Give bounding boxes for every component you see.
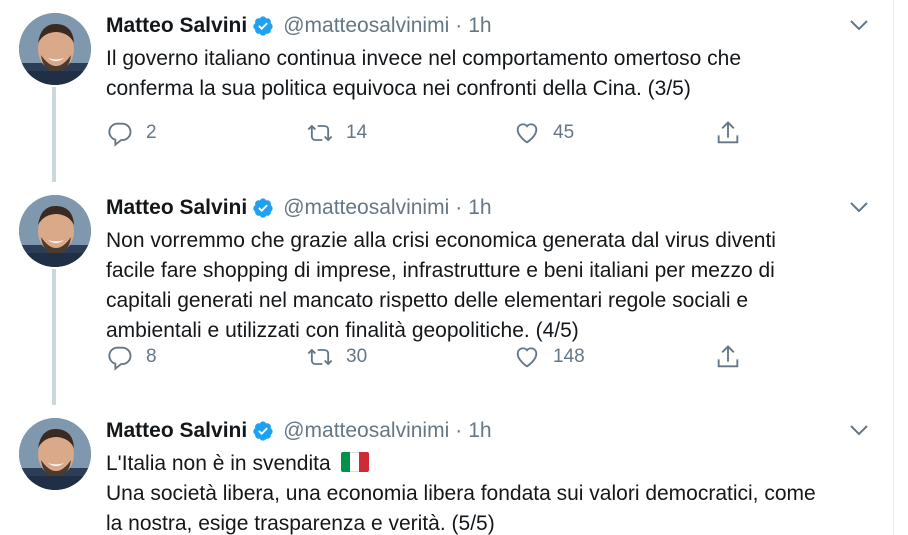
reply-icon	[108, 346, 132, 371]
retweet-icon	[307, 124, 333, 142]
tweet[interactable]: Matteo Salvini @matteosalvinimi · 1h L'I…	[0, 405, 893, 535]
reply-count: 8	[146, 346, 157, 367]
tweet-text-line: L'Italia non è in svendita	[106, 449, 876, 479]
timeline: Matteo Salvini @matteosalvinimi · 1h Il …	[0, 0, 908, 535]
retweet-icon	[307, 348, 333, 366]
column-border	[893, 0, 894, 535]
author-name[interactable]: Matteo Salvini	[106, 194, 247, 222]
retweet-count: 14	[346, 122, 368, 143]
retweet-button[interactable]: 30	[306, 342, 367, 372]
verified-badge-icon	[253, 16, 273, 36]
like-icon	[516, 347, 538, 368]
tweet[interactable]: Matteo Salvini @matteosalvinimi · 1h Non…	[0, 182, 893, 405]
tweet-text-line: capitali generati nel mancato rispetto d…	[106, 289, 749, 312]
like-count: 45	[553, 122, 575, 143]
tweet-text: Non vorremmo che grazie alla crisi econo…	[106, 226, 876, 346]
retweet-button[interactable]: 14	[306, 118, 367, 148]
tweet-actions: 8 30 148	[106, 342, 756, 372]
tweet-text-line: conferma la sua politica equivoca nei co…	[106, 77, 691, 100]
tweet-text-line: Non vorremmo che grazie alla crisi econo…	[106, 229, 776, 252]
tweet-text-line: la nostra, esige trasparenza e verità. (…	[106, 512, 495, 535]
tweet-text-line: facile fare shopping di imprese, infrast…	[106, 259, 775, 282]
author-handle[interactable]: @matteosalvinimi	[283, 194, 449, 222]
tweet-header: Matteo Salvini @matteosalvinimi · 1h	[106, 417, 492, 445]
share-icon	[717, 121, 739, 144]
italy-flag-emoji	[340, 452, 369, 472]
tweet-text-line: Il governo italiano continua invece nel …	[106, 47, 742, 70]
tweet-header: Matteo Salvini @matteosalvinimi · 1h	[106, 12, 492, 40]
retweet-count: 30	[346, 346, 368, 367]
verified-badge-icon	[253, 421, 273, 441]
caret-down-icon[interactable]	[849, 423, 869, 437]
like-count: 148	[553, 346, 585, 367]
tweet-actions: 2 14 45	[106, 118, 756, 148]
author-name[interactable]: Matteo Salvini	[106, 12, 247, 40]
author-handle[interactable]: @matteosalvinimi	[283, 417, 449, 445]
timestamp[interactable]: 1h	[468, 417, 491, 445]
tweet-text: Il governo italiano continua invece nel …	[106, 44, 876, 104]
author-name[interactable]: Matteo Salvini	[106, 417, 247, 445]
caret-down-icon[interactable]	[849, 200, 869, 214]
separator-dot: ·	[455, 419, 463, 442]
timestamp[interactable]: 1h	[468, 12, 491, 40]
reply-icon	[108, 122, 132, 147]
share-button[interactable]	[714, 118, 742, 148]
thread-line	[52, 269, 56, 405]
avatar[interactable]	[19, 195, 91, 267]
tweet-text-line: Una società libera, una economia libera …	[106, 482, 816, 505]
timestamp[interactable]: 1h	[468, 194, 491, 222]
avatar[interactable]	[19, 418, 91, 490]
tweet-header: Matteo Salvini @matteosalvinimi · 1h	[106, 194, 492, 222]
share-icon	[717, 345, 739, 368]
like-button[interactable]: 148	[513, 342, 585, 372]
separator-dot: ·	[455, 196, 463, 219]
share-button[interactable]	[714, 342, 742, 372]
avatar[interactable]	[19, 13, 91, 85]
tweet-text-segment: L'Italia non è in svendita	[106, 452, 331, 475]
reply-button[interactable]: 2	[106, 118, 157, 148]
reply-button[interactable]: 8	[106, 342, 157, 372]
tweet[interactable]: Matteo Salvini @matteosalvinimi · 1h Il …	[0, 0, 893, 182]
like-button[interactable]: 45	[513, 118, 574, 148]
like-icon	[516, 123, 538, 144]
thread-line	[52, 87, 56, 182]
caret-down-icon[interactable]	[849, 18, 869, 32]
separator-dot: ·	[455, 14, 463, 37]
reply-count: 2	[146, 122, 157, 143]
author-handle[interactable]: @matteosalvinimi	[283, 12, 449, 40]
verified-badge-icon	[253, 198, 273, 218]
tweet-text: L'Italia non è in svendita Una società l…	[106, 449, 876, 535]
